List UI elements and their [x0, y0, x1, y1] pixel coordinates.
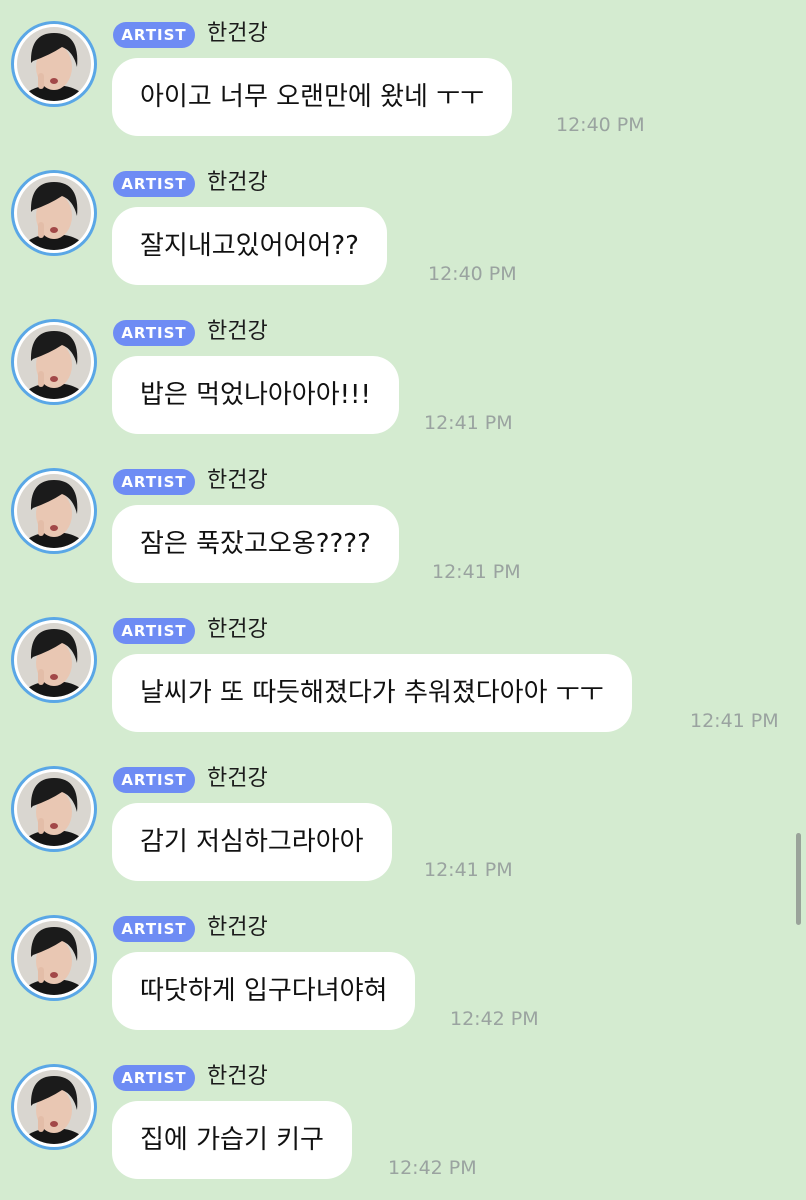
- avatar-icon: [17, 325, 91, 399]
- message-time: 12:41 PM: [432, 561, 521, 583]
- sender-name: 한건강: [207, 170, 268, 195]
- artist-badge: ARTIST: [113, 618, 195, 644]
- message-bubble[interactable]: 아이고 너무 오랜만에 왔네 ㅜㅜ: [112, 58, 513, 136]
- chat-message: ARTIST 한건강 아이고 너무 오랜만에 왔네 ㅜㅜ 12:40 PM: [0, 0, 806, 149]
- avatar[interactable]: [11, 21, 97, 107]
- avatar-icon: [17, 772, 91, 846]
- message-bubble[interactable]: 집에 가습기 키구: [112, 1101, 352, 1179]
- message-time: 12:41 PM: [690, 710, 779, 732]
- message-bubble[interactable]: 따닷하게 입구다녀야혀: [112, 952, 416, 1030]
- sender-name: 한건강: [207, 468, 268, 493]
- chat-message: ARTIST 한건강 따닷하게 입구다녀야혀 12:42 PM: [0, 894, 806, 1043]
- artist-badge: ARTIST: [113, 767, 195, 793]
- chat-message: ARTIST 한건강 감기 저심하그라아아 12:41 PM: [0, 745, 806, 894]
- message-bubble[interactable]: 감기 저심하그라아아: [112, 803, 392, 881]
- avatar[interactable]: [11, 1064, 97, 1150]
- artist-badge: ARTIST: [113, 1065, 195, 1091]
- avatar-icon: [17, 176, 91, 250]
- avatar-icon: [17, 623, 91, 697]
- message-time: 12:41 PM: [424, 859, 513, 881]
- message-time: 12:40 PM: [428, 263, 517, 285]
- sender-name: 한건강: [207, 1064, 268, 1089]
- avatar-icon: [17, 1070, 91, 1144]
- artist-badge: ARTIST: [113, 171, 195, 197]
- sender-name: 한건강: [207, 617, 268, 642]
- chat-message: ARTIST 한건강 잠은 푹잤고오옹???? 12:41 PM: [0, 447, 806, 596]
- avatar[interactable]: [11, 915, 97, 1001]
- message-time: 12:41 PM: [424, 412, 513, 434]
- message-bubble[interactable]: 잠은 푹잤고오옹????: [112, 505, 399, 583]
- sender-name: 한건강: [207, 766, 268, 791]
- scrollbar[interactable]: [796, 833, 801, 925]
- artist-badge: ARTIST: [113, 469, 195, 495]
- message-time: 12:40 PM: [556, 114, 645, 136]
- message-time: 12:42 PM: [450, 1008, 539, 1030]
- avatar-icon: [17, 921, 91, 995]
- chat-message: ARTIST 한건강 집에 가습기 키구 12:42 PM: [0, 1043, 806, 1192]
- sender-name: 한건강: [207, 915, 268, 940]
- avatar-icon: [17, 27, 91, 101]
- sender-name: 한건강: [207, 319, 268, 344]
- artist-badge: ARTIST: [113, 916, 195, 942]
- message-bubble[interactable]: 잘지내고있어어어??: [112, 207, 387, 285]
- artist-badge: ARTIST: [113, 320, 195, 346]
- message-bubble[interactable]: 날씨가 또 따듯해졌다가 추워졌다아아 ㅜㅜ: [112, 654, 632, 732]
- avatar[interactable]: [11, 468, 97, 554]
- avatar-icon: [17, 474, 91, 548]
- chat-message: ARTIST 한건강 잘지내고있어어어?? 12:40 PM: [0, 149, 806, 298]
- avatar[interactable]: [11, 319, 97, 405]
- avatar[interactable]: [11, 766, 97, 852]
- chat-message: ARTIST 한건강 밥은 먹었나아아아!!! 12:41 PM: [0, 298, 806, 447]
- chat-message: ARTIST 한건강 날씨가 또 따듯해졌다가 추워졌다아아 ㅜㅜ 12:41 …: [0, 596, 806, 745]
- message-time: 12:42 PM: [388, 1157, 477, 1179]
- artist-badge: ARTIST: [113, 22, 195, 48]
- message-bubble[interactable]: 밥은 먹었나아아아!!!: [112, 356, 399, 434]
- sender-name: 한건강: [207, 21, 268, 46]
- chat-message-list[interactable]: ARTIST 한건강 아이고 너무 오랜만에 왔네 ㅜㅜ 12:40 PM AR…: [0, 0, 806, 1200]
- avatar[interactable]: [11, 617, 97, 703]
- avatar[interactable]: [11, 170, 97, 256]
